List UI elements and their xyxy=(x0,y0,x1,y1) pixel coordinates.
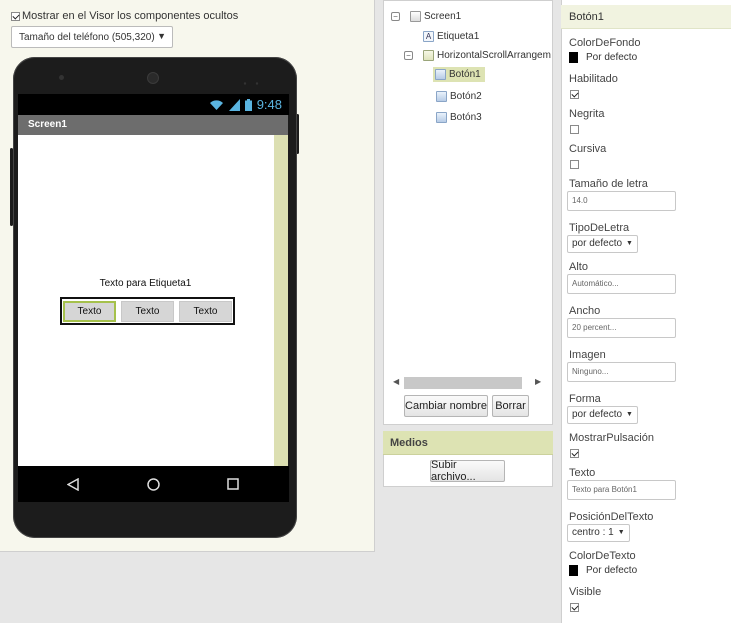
text-alignment-value: centro : 1 xyxy=(572,527,614,538)
sensor-icon xyxy=(243,76,259,85)
negrita-checkbox[interactable] xyxy=(570,125,579,134)
font-size-input[interactable]: 14.0 xyxy=(567,191,676,211)
clock: 9:48 xyxy=(256,97,282,112)
phone-button-3[interactable]: Texto xyxy=(179,300,232,322)
tree-item-screen1[interactable]: Screen1 xyxy=(410,11,461,22)
label-etiqueta1[interactable]: Texto para Etiqueta1 xyxy=(18,278,273,289)
back-icon xyxy=(67,478,79,491)
tree-item-boton3[interactable]: Botón3 xyxy=(436,112,482,123)
show-hidden-label: Mostrar en el Visor los componentes ocul… xyxy=(22,10,239,22)
recent-apps-icon xyxy=(227,478,239,490)
tree-item-label: Botón1 xyxy=(449,69,481,80)
phone-size-value: Tamaño del teléfono (505,320) xyxy=(19,31,155,43)
phone-button-1[interactable]: Texto xyxy=(63,300,116,322)
home-icon xyxy=(147,478,160,491)
dropdown-arrow-icon: ▼ xyxy=(157,31,166,41)
scrollbar-thumb[interactable] xyxy=(404,377,522,389)
collapse-toggle-icon[interactable]: − xyxy=(391,12,400,21)
arrangement-icon xyxy=(423,50,434,61)
button-icon xyxy=(435,69,446,80)
habilitado-checkbox[interactable] xyxy=(570,90,579,99)
shape-value: por defecto xyxy=(572,409,623,420)
button-icon xyxy=(436,91,447,102)
properties-component-title: Botón1 xyxy=(561,5,731,29)
tree-item-etiqueta1[interactable]: A Etiqueta1 xyxy=(423,31,479,42)
prop-colordefondo-value[interactable]: Por defecto xyxy=(586,52,637,63)
color-swatch-colordefondo[interactable] xyxy=(569,52,578,63)
visible-checkbox[interactable] xyxy=(570,603,579,612)
prop-texto-label: Texto xyxy=(569,467,596,479)
prop-alto-label: Alto xyxy=(569,261,588,273)
width-input[interactable]: 20 percent... xyxy=(567,318,676,338)
nav-bar xyxy=(18,466,289,502)
phone-button-2[interactable]: Texto xyxy=(121,300,174,322)
prop-visible-label: Visible xyxy=(569,586,602,598)
tree-item-label: HorizontalScrollArrangem xyxy=(437,50,551,61)
scroll-right-icon[interactable]: ▶ xyxy=(535,377,541,386)
tree-item-boton2[interactable]: Botón2 xyxy=(436,91,482,102)
rename-button[interactable]: Cambiar nombre xyxy=(404,395,488,417)
screen-title-bar: Screen1 xyxy=(18,115,288,135)
tree-item-label: Botón2 xyxy=(450,91,482,102)
button-icon xyxy=(436,112,447,123)
prop-cursiva-label: Cursiva xyxy=(569,143,607,155)
font-type-value: por defecto xyxy=(572,238,623,249)
height-input[interactable]: Automático... xyxy=(567,274,676,294)
color-swatch-colortexto[interactable] xyxy=(569,565,578,576)
show-hidden-check-icon[interactable] xyxy=(11,11,20,21)
prop-tamano-label: Tamaño de letra xyxy=(569,178,648,190)
prop-negrita-label: Negrita xyxy=(569,108,605,120)
upload-file-button[interactable]: Subir archivo... xyxy=(430,459,505,483)
tree-item-boton1[interactable]: Botón1 xyxy=(433,67,485,82)
prop-colortexto-value[interactable]: Por defecto xyxy=(586,565,637,576)
image-input[interactable]: Ninguno... xyxy=(567,362,676,382)
scroll-left-icon[interactable]: ◀ xyxy=(393,377,399,386)
prop-mostrarpulsacion-label: MostrarPulsación xyxy=(569,432,654,444)
text-input[interactable]: Texto para Botón1 xyxy=(567,480,676,500)
show-hidden-checkbox[interactable]: Mostrar en el Visor los componentes ocul… xyxy=(11,10,238,22)
screen-icon xyxy=(410,11,421,22)
horizontal-scroll-arrangement[interactable]: Texto Texto Texto xyxy=(60,297,235,325)
text-alignment-dropdown[interactable]: centro : 1 ▼ xyxy=(567,524,630,542)
phone-size-select[interactable]: Tamaño del teléfono (505,320) ▼ xyxy=(11,26,173,48)
prop-forma-label: Forma xyxy=(569,393,601,405)
camera-icon xyxy=(59,75,64,80)
shape-dropdown[interactable]: por defecto ▼ xyxy=(567,406,638,424)
prop-tipo-label: TipoDeLetra xyxy=(569,222,630,234)
wifi-icon xyxy=(209,99,223,110)
prop-ancho-label: Ancho xyxy=(569,305,601,317)
screen-scrollbar[interactable] xyxy=(274,135,288,466)
tree-item-label: Botón3 xyxy=(450,112,482,123)
components-tree-panel xyxy=(383,0,553,425)
media-title: Medios xyxy=(383,431,553,455)
tree-item-label: Etiqueta1 xyxy=(437,31,480,42)
dropdown-arrow-icon: ▼ xyxy=(626,240,633,247)
dropdown-arrow-icon: ▼ xyxy=(626,411,633,418)
label-icon: A xyxy=(423,31,434,42)
font-type-dropdown[interactable]: por defecto ▼ xyxy=(567,235,638,253)
collapse-toggle-icon[interactable]: − xyxy=(404,51,413,60)
status-bar: 9:48 xyxy=(18,94,289,115)
cursiva-checkbox[interactable] xyxy=(570,160,579,169)
signal-icon xyxy=(228,98,240,111)
delete-button[interactable]: Borrar xyxy=(492,395,529,417)
prop-habilitado-label: Habilitado xyxy=(569,73,618,85)
prop-colordefondo-label: ColorDeFondo xyxy=(569,37,641,49)
tree-horizontal-scrollbar[interactable]: ◀ ▶ xyxy=(392,376,544,390)
tree-item-horizontalscrollarrangement[interactable]: HorizontalScrollArrangem xyxy=(423,50,551,61)
speaker-icon xyxy=(147,72,159,84)
battery-icon xyxy=(244,98,252,111)
prop-imagen-label: Imagen xyxy=(569,349,606,361)
prop-colortexto-label: ColorDeTexto xyxy=(569,550,636,562)
dropdown-arrow-icon: ▼ xyxy=(617,529,625,536)
show-feedback-checkbox[interactable] xyxy=(570,449,579,458)
tree-item-label: Screen1 xyxy=(424,11,462,22)
prop-posicion-label: PosiciónDelTexto xyxy=(569,511,654,523)
